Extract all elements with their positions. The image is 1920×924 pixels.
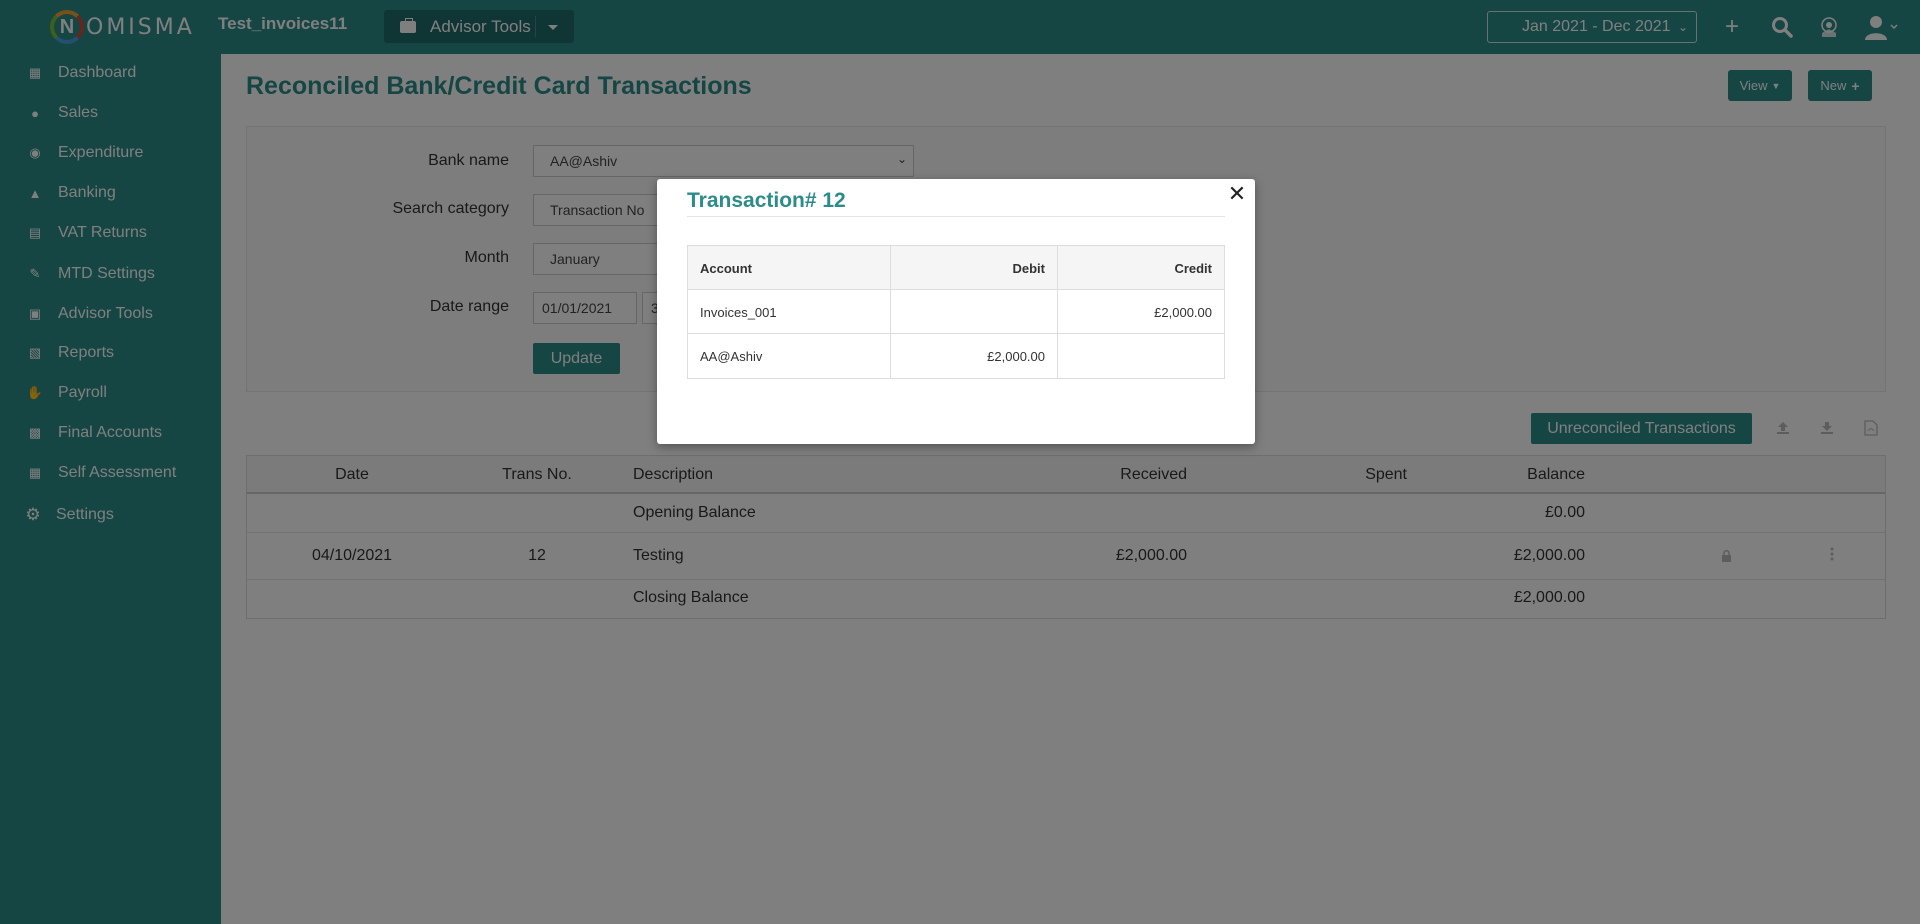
transaction-modal: Transaction# 12 ✕ Account Debit Credit I… bbox=[657, 179, 1255, 444]
row-debit: £2,000.00 bbox=[891, 334, 1058, 378]
row-account: AA@Ashiv bbox=[688, 334, 891, 378]
modal-title: Transaction# 12 bbox=[687, 189, 846, 212]
table-header: Account Debit Credit bbox=[688, 246, 1224, 290]
modal-backdrop[interactable] bbox=[0, 0, 1920, 924]
row-credit bbox=[1058, 334, 1224, 378]
journal-table: Account Debit Credit Invoices_001 £2,000… bbox=[687, 245, 1225, 379]
table-row: Invoices_001 £2,000.00 bbox=[688, 290, 1224, 334]
table-row: AA@Ashiv £2,000.00 bbox=[688, 334, 1224, 378]
header-account: Account bbox=[688, 246, 891, 290]
header-debit: Debit bbox=[891, 246, 1058, 290]
row-debit bbox=[891, 290, 1058, 334]
close-icon[interactable]: ✕ bbox=[1225, 181, 1249, 206]
divider bbox=[687, 216, 1225, 217]
header-credit: Credit bbox=[1174, 260, 1212, 276]
row-account: Invoices_001 bbox=[688, 290, 891, 334]
row-credit: £2,000.00 bbox=[1154, 304, 1212, 320]
